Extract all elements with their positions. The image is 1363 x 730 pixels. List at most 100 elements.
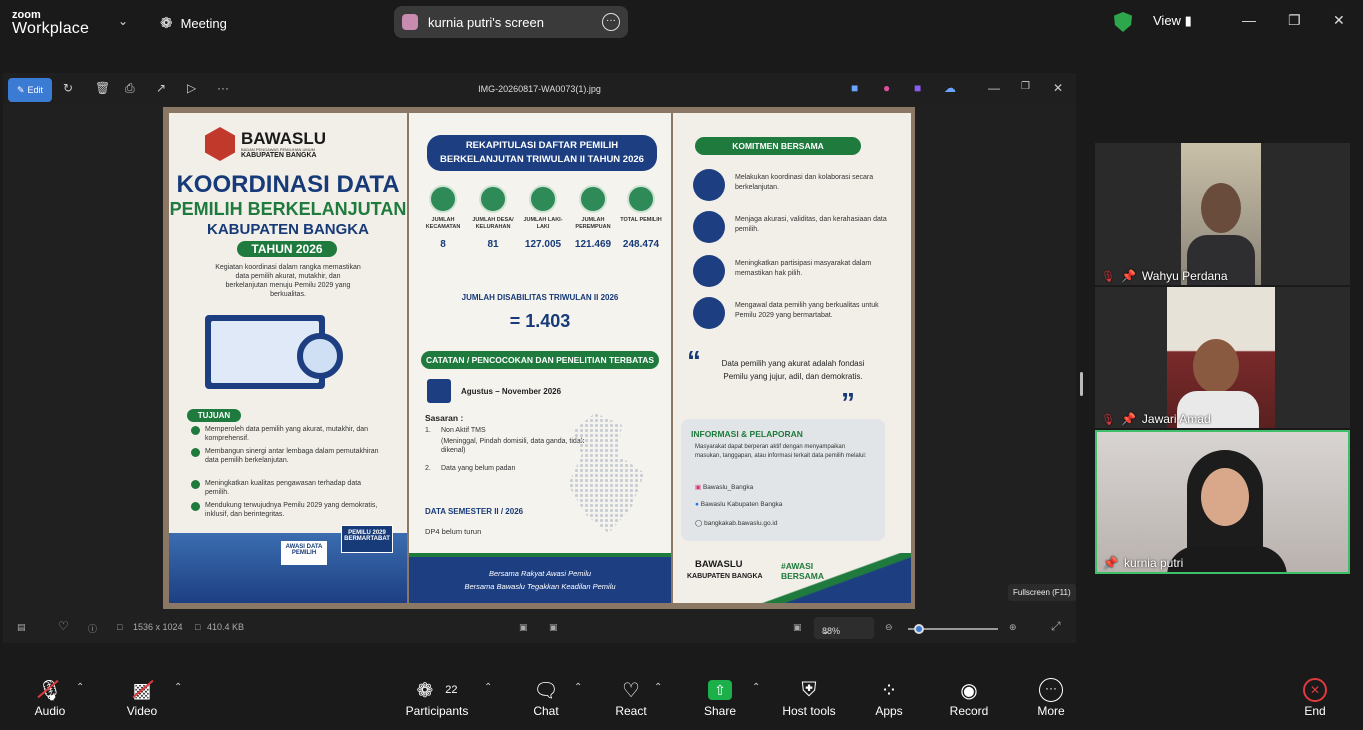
komitmen-item: Mengawal data pemilih yang berkualitas u… bbox=[693, 297, 893, 333]
audio-button[interactable]: 🎙 Audio bbox=[30, 676, 70, 718]
komitmen-text: Meningkatkan partisipasi masyarakat dala… bbox=[735, 260, 872, 277]
zoom-slider[interactable] bbox=[908, 624, 998, 634]
image-dimensions: 1536 x 1024 bbox=[133, 622, 183, 632]
location-icon bbox=[429, 185, 457, 213]
pin-icon: 📌 bbox=[1103, 556, 1118, 570]
zoom-slider-knob[interactable] bbox=[913, 624, 924, 634]
record-button[interactable]: ◉ Record bbox=[946, 676, 992, 719]
zoom-in-icon[interactable]: ⊕ bbox=[1009, 622, 1017, 633]
info-icon[interactable]: ⓘ bbox=[88, 622, 97, 635]
meeting-controls: 🎙 Audio ⌃ ▩Video ⌃ ❁22 Participants ⌃ 🗨 Cha… bbox=[0, 670, 1363, 730]
share-button[interactable]: ⇧ Share bbox=[702, 676, 738, 718]
people-icon bbox=[693, 255, 725, 287]
target-icon bbox=[693, 297, 725, 329]
screen-share-indicator[interactable]: kurnia putri's screen ··· bbox=[394, 6, 628, 38]
react-button[interactable]: ♡ React bbox=[612, 676, 650, 719]
sasaran-label: Sasaran : bbox=[425, 413, 464, 423]
chevron-down-icon[interactable]: ⌄ bbox=[118, 14, 128, 28]
viewer-toolbar: ✎ Edit ↻ 🗑 ⎙ ↗ ▷ ··· IMG-20260817-WA0073(… bbox=[3, 73, 1076, 106]
view-button[interactable]: View ▮ bbox=[1153, 13, 1192, 29]
apps-button[interactable]: ⁘ Apps bbox=[872, 676, 906, 719]
fullscreen-tooltip: Fullscreen (F11) bbox=[1008, 584, 1076, 601]
share-options-chevron-icon[interactable]: ⌃ bbox=[752, 682, 760, 693]
stat-desa: JUMLAH DESA/ KELURAHAN 81 bbox=[469, 185, 517, 250]
participant-tile[interactable]: 🎙 📌 Jawari Amad bbox=[1095, 287, 1350, 428]
stat-kecamatan: JUMLAH KECAMATAN 8 bbox=[419, 185, 467, 250]
splitter-handle[interactable] bbox=[1080, 372, 1083, 396]
heart-icon: ♡ bbox=[622, 679, 640, 702]
shield-icon: ⛨ bbox=[801, 678, 817, 701]
end-call-icon: ✕ bbox=[1298, 676, 1332, 704]
info-label: INFORMASI & PELAPORAN bbox=[691, 429, 803, 439]
more-button[interactable]: ··· More bbox=[1034, 676, 1068, 718]
sasaran-detail: (Meninggal, Pindah domisili, data ganda,… bbox=[441, 438, 585, 454]
favorite-heart-icon[interactable]: ♡ bbox=[58, 619, 69, 633]
participant-tile-active[interactable]: 📌 kurnia putri bbox=[1095, 430, 1350, 574]
stat-perempuan: JUMLAH PEREMPUAN 121.469 bbox=[569, 185, 617, 250]
poster-left-panel: BAWASLU BADAN PENGAWAS PEMILIHAN UMUM KA… bbox=[169, 113, 407, 603]
apps-label: Apps bbox=[875, 704, 903, 718]
video-off-icon: ▩ bbox=[122, 676, 162, 704]
view-label: View bbox=[1153, 13, 1181, 28]
mic-muted-icon: 🎙 bbox=[1101, 413, 1115, 426]
viewer-close-icon[interactable]: ✕ bbox=[1053, 81, 1063, 95]
copilot-icon[interactable]: ● bbox=[883, 81, 890, 95]
cloud-icon[interactable]: ☁ bbox=[944, 81, 956, 95]
react-label: React bbox=[615, 704, 647, 718]
globe-icon: ◯ bbox=[695, 520, 703, 527]
poster-title-1: KOORDINASI DATA bbox=[176, 171, 400, 198]
react-options-chevron-icon[interactable]: ⌃ bbox=[654, 682, 662, 693]
male-icon bbox=[529, 185, 557, 213]
chat-options-chevron-icon[interactable]: ⌃ bbox=[574, 682, 582, 693]
zoom-out-icon[interactable]: ⊖ bbox=[885, 622, 893, 633]
zoom-title-bar: zoom Workplace ⌄ ❁ Meeting kurnia putri'… bbox=[0, 0, 1363, 44]
stat-label: JUMLAH DESA/ KELURAHAN bbox=[472, 217, 514, 230]
crop-icon[interactable]: ▣ bbox=[549, 622, 558, 633]
zoom-select[interactable]: 88% ⌄ bbox=[814, 617, 874, 639]
security-shield-icon[interactable] bbox=[1114, 12, 1132, 32]
stat-value: 127.005 bbox=[524, 239, 562, 250]
more-icon: ··· bbox=[1034, 676, 1068, 704]
pin-icon: 📌 bbox=[1120, 269, 1136, 283]
share-screen-icon: ⇧ bbox=[702, 676, 738, 704]
expand-icon[interactable]: ⤢ bbox=[1051, 619, 1061, 634]
fit-icon[interactable]: ▣ bbox=[519, 622, 528, 633]
viewer-maximize-icon[interactable]: ❐ bbox=[1021, 81, 1030, 92]
map-illustration bbox=[568, 413, 645, 533]
chat-button[interactable]: 🗨 Chat bbox=[528, 676, 564, 719]
calendar-icon bbox=[427, 379, 451, 403]
end-button[interactable]: ✕ End bbox=[1298, 676, 1332, 718]
info-text: Masyarakat dapat berperan aktif dengan m… bbox=[695, 444, 867, 459]
video-button[interactable]: ▩Video bbox=[122, 676, 162, 718]
more-options-icon[interactable]: ··· bbox=[602, 13, 620, 31]
chat-label: Chat bbox=[533, 704, 559, 718]
middle-footer: Bersama Rakyat Awasi Pemilu Bersama Bawa… bbox=[409, 553, 671, 603]
komitmen-text: Menjaga akurasi, validitas, dan kerahasi… bbox=[735, 216, 887, 233]
clipchamp-icon[interactable]: ■ bbox=[914, 81, 921, 95]
actual-size-icon[interactable]: ▣ bbox=[793, 622, 802, 633]
stat-value: 121.469 bbox=[574, 239, 612, 250]
edit-image-icon[interactable]: ■ bbox=[851, 81, 858, 95]
audio-options-chevron-icon[interactable]: ⌃ bbox=[76, 682, 84, 693]
semester-label: DATA SEMESTER II / 2026 bbox=[425, 507, 524, 516]
participant-tile[interactable]: 🎙 📌 Wahyu Perdana bbox=[1095, 143, 1350, 285]
org-region: KABUPATEN BANGKA bbox=[241, 152, 317, 159]
sasaran-number: 1. bbox=[425, 427, 431, 434]
poster-year: TAHUN 2026 bbox=[237, 241, 337, 257]
footer-region: KABUPATEN BANGKA bbox=[687, 573, 763, 580]
close-icon[interactable]: ✕ bbox=[1333, 12, 1345, 29]
restore-icon[interactable]: ❐ bbox=[1288, 12, 1301, 29]
filmstrip-icon[interactable]: ▤ bbox=[17, 622, 26, 633]
chevron-down-icon: ⌄ bbox=[822, 626, 830, 636]
host-tools-button[interactable]: ⛨ Host tools bbox=[780, 676, 838, 719]
viewer-minimize-icon[interactable]: — bbox=[988, 81, 1000, 95]
participants-button[interactable]: ❁ 22 Participants bbox=[402, 676, 472, 719]
meeting-label: Meeting bbox=[180, 15, 227, 31]
meeting-menu[interactable]: ❁ Meeting bbox=[160, 14, 227, 32]
participant-video bbox=[1181, 143, 1261, 285]
participants-options-chevron-icon[interactable]: ⌃ bbox=[484, 682, 492, 693]
video-options-chevron-icon[interactable]: ⌃ bbox=[174, 682, 182, 693]
minimize-icon[interactable]: — bbox=[1242, 12, 1256, 28]
zoom-logo: zoom Workplace bbox=[12, 8, 89, 37]
participant-name: kurnia putri bbox=[1123, 556, 1184, 570]
